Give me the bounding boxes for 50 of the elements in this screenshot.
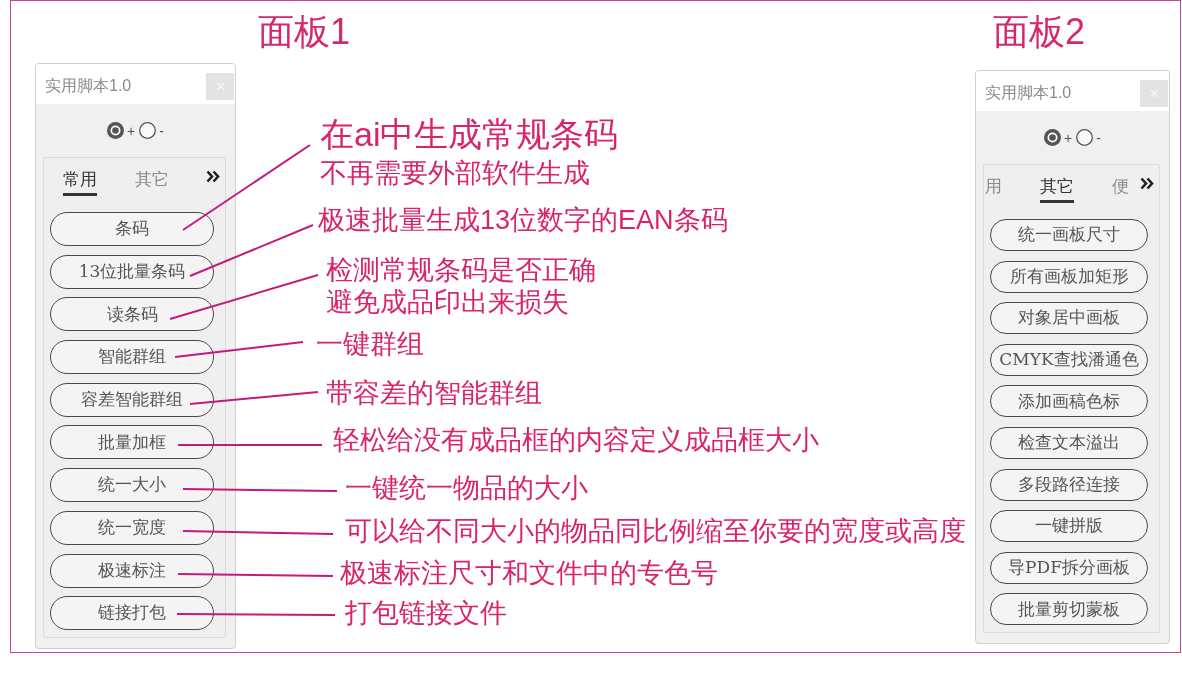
- radio-label: -: [1096, 128, 1101, 147]
- script-button[interactable]: 所有画板加矩形: [990, 260, 1148, 293]
- radio-label: -: [159, 121, 164, 140]
- script-button[interactable]: 批量加框: [50, 425, 214, 460]
- close-icon: [216, 82, 224, 90]
- script-button[interactable]: 添加画稿色标: [990, 385, 1148, 418]
- callout-text: 轻松给没有成品框的内容定义成品框大小: [333, 424, 819, 456]
- script-button[interactable]: 统一画板尺寸: [990, 219, 1148, 251]
- tab[interactable]: 其它: [1040, 175, 1074, 203]
- callout-text: 打包链接文件: [345, 597, 507, 629]
- script-button[interactable]: CMYK查找潘通色: [990, 343, 1148, 376]
- radio-label: +: [127, 121, 136, 140]
- script-button[interactable]: 容差智能群组: [50, 382, 214, 417]
- tab[interactable]: 常用: [63, 168, 97, 196]
- script-button[interactable]: 导PDF拆分画板: [990, 551, 1148, 584]
- panel-caption: 面板1: [258, 11, 351, 52]
- panel-title: 实用脚本1.0: [985, 83, 1072, 103]
- script-button[interactable]: 读条码: [50, 297, 214, 332]
- callout-text: 一键统一物品的大小: [345, 472, 588, 504]
- radio-button[interactable]: [1076, 129, 1094, 146]
- script-button[interactable]: 条码: [50, 212, 214, 246]
- panel-caption: 面板2: [993, 11, 1086, 52]
- script-button[interactable]: 统一大小: [50, 468, 214, 503]
- radio-button[interactable]: [139, 122, 157, 139]
- double-chevron-icon[interactable]: [1140, 177, 1154, 190]
- panel-title: 实用脚本1.0: [45, 76, 132, 96]
- script-button[interactable]: 智能群组: [50, 340, 214, 375]
- script-button[interactable]: 批量剪切蒙板: [990, 593, 1148, 626]
- script-button[interactable]: 对象居中画板: [990, 302, 1148, 335]
- double-chevron-icon[interactable]: [206, 170, 220, 183]
- callout-text: 极速批量生成13位数字的EAN条码: [318, 204, 728, 236]
- close-icon: [1150, 89, 1158, 97]
- script-button[interactable]: 一键拼版: [990, 510, 1148, 543]
- radio-button[interactable]: [107, 122, 125, 139]
- script-button[interactable]: 链接打包: [50, 596, 214, 631]
- radio-label: +: [1064, 128, 1073, 147]
- callout-text: 避免成品印出来损失: [326, 286, 569, 318]
- callout-text: 检测常规条码是否正确: [326, 254, 596, 286]
- script-button[interactable]: 检查文本溢出: [990, 426, 1148, 459]
- script-button[interactable]: 极速标注: [50, 553, 214, 588]
- script-button[interactable]: 13位批量条码: [50, 254, 214, 289]
- callout-text: 可以给不同大小的物品同比例缩至你要的宽度或高度: [345, 515, 966, 547]
- callout-text: 一键群组: [316, 328, 424, 360]
- callout-text: 极速标注尺寸和文件中的专色号: [340, 557, 718, 589]
- radio-button[interactable]: [1044, 129, 1062, 146]
- script-button[interactable]: 多段路径连接: [990, 468, 1148, 501]
- script-button[interactable]: 统一宽度: [50, 510, 214, 545]
- callout-text: 在ai中生成常规条码: [320, 115, 619, 153]
- callout-text: 不再需要外部软件生成: [320, 157, 590, 189]
- callout-text: 带容差的智能群组: [326, 377, 542, 409]
